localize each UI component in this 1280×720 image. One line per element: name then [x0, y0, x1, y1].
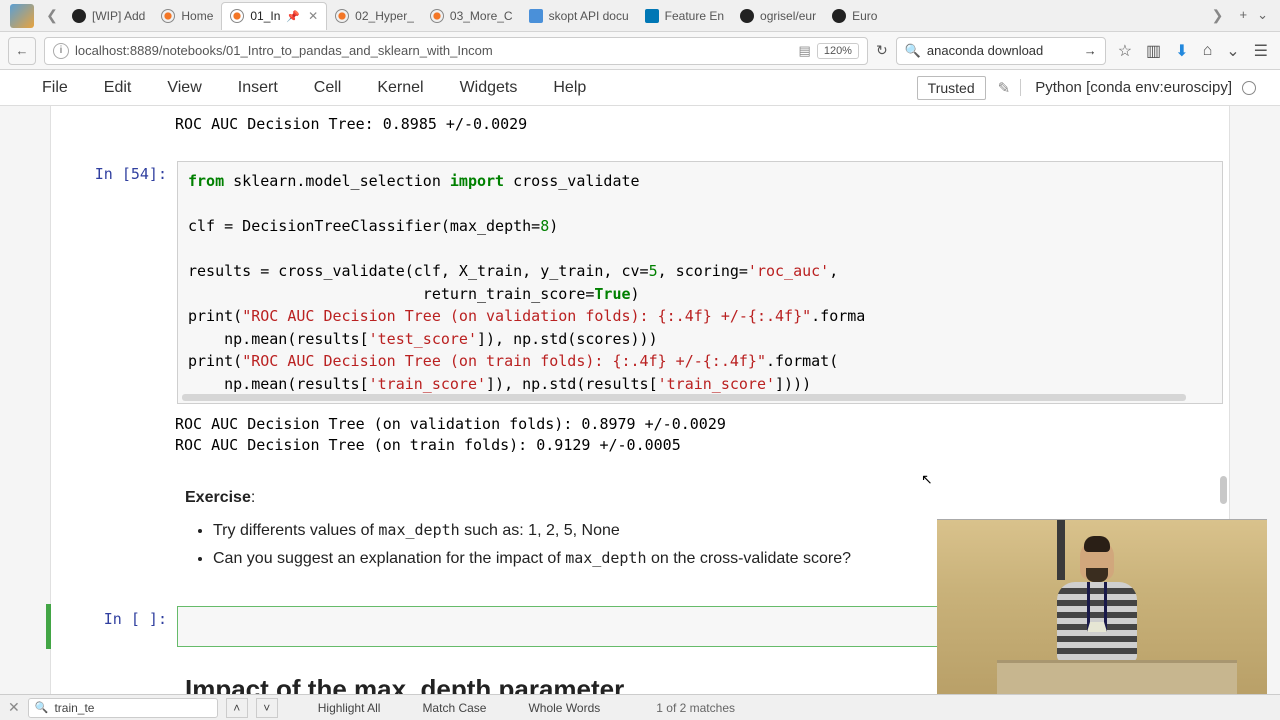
page-scrollbar[interactable] — [1220, 476, 1227, 504]
tab-wip-add[interactable]: [WIP] Add — [64, 2, 153, 30]
input-prompt: In [ ]: — [57, 606, 177, 647]
find-whole-words[interactable]: Whole Words — [524, 701, 604, 715]
close-icon[interactable]: ✕ — [308, 9, 318, 23]
browser-urlbar: ← i localhost:8889/notebooks/01_Intro_to… — [0, 32, 1280, 70]
kernel-status-icon — [1242, 81, 1256, 95]
linkedin-icon — [645, 9, 659, 23]
github-icon — [740, 9, 754, 23]
pin-icon: 📌 — [286, 10, 300, 23]
url-text: localhost:8889/notebooks/01_Intro_to_pan… — [75, 43, 493, 58]
trusted-badge[interactable]: Trusted — [917, 76, 986, 100]
pocket-icon[interactable]: ⌄ — [1226, 41, 1239, 61]
find-match-case[interactable]: Match Case — [418, 701, 490, 715]
tab-02-hyper[interactable]: 02_Hyper_ — [327, 2, 422, 30]
horizontal-scrollbar[interactable] — [182, 394, 1186, 401]
output-text: ROC AUC Decision Tree: 0.8985 +/-0.0029 — [51, 112, 1219, 141]
site-info-icon[interactable]: i — [53, 43, 69, 59]
new-tab-button[interactable]: + — [1240, 7, 1248, 24]
tabbar-scroll-right[interactable]: ❯ — [1206, 7, 1230, 24]
browser-tabbar: ❮ [WIP] Add Home 01_In📌✕ 02_Hyper_ 03_Mo… — [0, 0, 1280, 32]
find-match-status: 1 of 2 matches — [656, 701, 735, 715]
tab-euro[interactable]: Euro — [824, 2, 885, 30]
tab-03-more[interactable]: 03_More_C — [422, 2, 521, 30]
tab-skopt[interactable]: skopt API docu — [521, 2, 637, 30]
podium — [997, 660, 1237, 694]
find-next-button[interactable]: ˅ — [256, 698, 278, 718]
menu-kernel[interactable]: Kernel — [359, 73, 441, 103]
address-bar[interactable]: i localhost:8889/notebooks/01_Intro_to_p… — [44, 37, 868, 65]
back-button[interactable]: ← — [8, 37, 36, 65]
menu-edit[interactable]: Edit — [86, 73, 150, 103]
find-close-button[interactable]: ✕ — [8, 699, 20, 716]
jupyter-icon — [230, 9, 244, 23]
tab-01-intro[interactable]: 01_In📌✕ — [221, 2, 327, 30]
bookmark-star-icon[interactable]: ☆ — [1118, 41, 1132, 61]
jupyter-icon — [430, 9, 444, 23]
menu-cell[interactable]: Cell — [296, 73, 360, 103]
search-go-icon[interactable]: → — [1084, 43, 1097, 58]
menu-insert[interactable]: Insert — [220, 73, 296, 103]
find-bar: ✕ 🔍 train_te ˄ ˅ Highlight All Match Cas… — [0, 694, 1280, 720]
menu-widgets[interactable]: Widgets — [442, 73, 536, 103]
search-icon: 🔍 — [905, 43, 921, 59]
hamburger-menu-icon[interactable]: ☰ — [1254, 41, 1268, 61]
menu-file[interactable]: File — [24, 73, 86, 103]
firefox-app-icon — [10, 4, 34, 28]
code-cell-54[interactable]: In [54]: from sklearn.model_selection im… — [51, 159, 1229, 406]
reader-mode-icon[interactable]: ▤ — [799, 43, 811, 59]
output-text: ROC AUC Decision Tree (on validation fol… — [51, 406, 1219, 462]
github-icon — [72, 9, 86, 23]
search-icon: 🔍 — [35, 701, 49, 714]
tabbar-scroll-left[interactable]: ❮ — [40, 7, 64, 24]
home-icon[interactable]: ⌂ — [1203, 42, 1213, 60]
zoom-badge[interactable]: 120% — [817, 43, 859, 59]
all-tabs-button[interactable]: ⌄ — [1257, 7, 1268, 24]
menu-view[interactable]: View — [149, 73, 219, 103]
tab-ogrisel[interactable]: ogrisel/eur — [732, 2, 824, 30]
find-input[interactable]: 🔍 train_te — [28, 698, 218, 718]
jupyter-icon — [335, 9, 349, 23]
speaker-video-overlay — [937, 519, 1267, 694]
find-highlight-all[interactable]: Highlight All — [314, 701, 385, 715]
library-icon[interactable]: ▥ — [1146, 41, 1161, 61]
code-editor[interactable]: from sklearn.model_selection import cros… — [177, 161, 1223, 404]
edit-metadata-icon[interactable]: ✎ — [998, 79, 1011, 97]
kernel-name[interactable]: Python [conda env:euroscipy] — [1020, 79, 1232, 96]
downloads-icon[interactable]: ⬇ — [1175, 41, 1188, 61]
menu-help[interactable]: Help — [535, 73, 604, 103]
github-icon — [832, 9, 846, 23]
search-value: anaconda download — [927, 43, 1043, 58]
doc-icon — [529, 9, 543, 23]
find-value: train_te — [54, 701, 94, 715]
reload-button[interactable]: ↻ — [876, 42, 888, 59]
exercise-heading: Exercise — [185, 489, 251, 506]
find-prev-button[interactable]: ˄ — [226, 698, 248, 718]
mouse-cursor: ↖ — [921, 471, 933, 488]
input-prompt: In [54]: — [57, 161, 177, 404]
browser-search-field[interactable]: 🔍 anaconda download → — [896, 37, 1106, 65]
tab-linkedin[interactable]: Feature En — [637, 2, 732, 30]
jupyter-menubar: File Edit View Insert Cell Kernel Widget… — [0, 70, 1280, 106]
tab-home[interactable]: Home — [153, 2, 221, 30]
jupyter-icon — [161, 9, 175, 23]
